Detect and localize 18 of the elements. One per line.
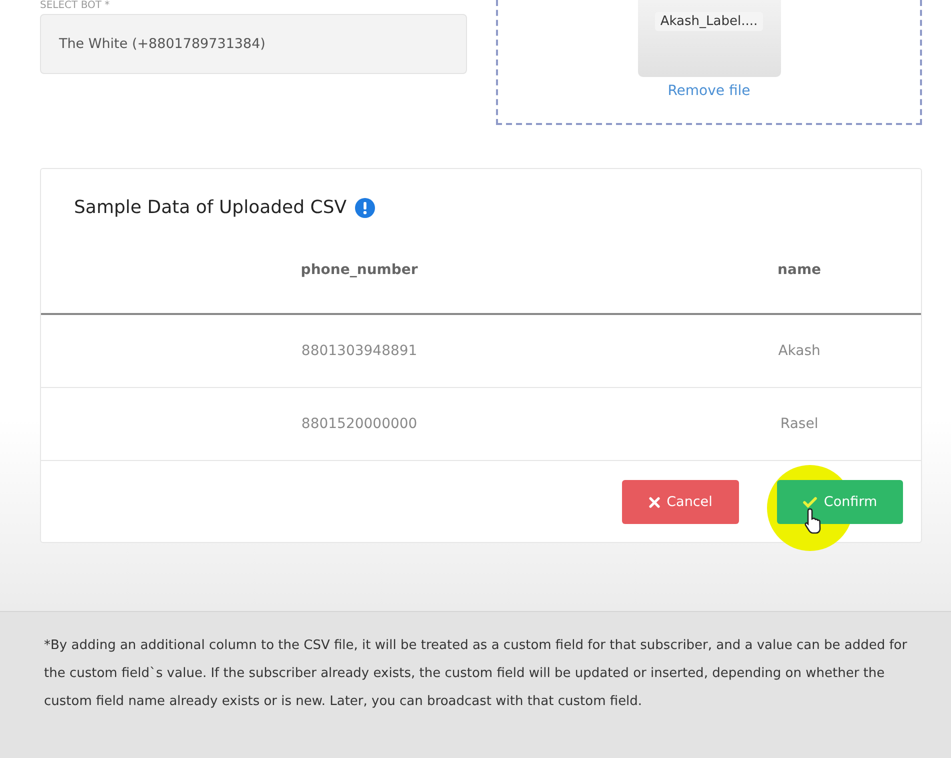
check-icon <box>802 496 817 508</box>
table-cell: 8801520000000 <box>41 388 678 460</box>
table-cell: 8801303948891 <box>41 314 678 388</box>
column-header: name <box>678 254 921 314</box>
bot-select[interactable]: The White (+8801789731384) <box>40 14 467 74</box>
dropzone[interactable]: Akash_Label.... Remove file <box>496 0 922 125</box>
note-text: *By adding an additional column to the CSV file, it will be treated as a custom field for that subscriber, and a value can be added for the custom field`s value. If the subscriber already exists, the custom field will be updated or inserted, depending on whether the custom field name already exists or is new. Later, you can broadcast with that custom field. <box>44 637 908 711</box>
column-header: phone_number <box>41 254 678 314</box>
confirm-button[interactable]: Confirm <box>777 480 903 524</box>
cancel-button[interactable]: Cancel <box>622 480 739 524</box>
table-cell: Rasel <box>678 388 921 460</box>
card-title: Sample Data of Uploaded CSV <box>74 197 347 218</box>
field-label: SELECT BOT * <box>40 0 111 13</box>
close-icon <box>648 496 660 508</box>
file-name: Akash_Label.... <box>655 12 763 31</box>
info-icon[interactable] <box>354 198 375 218</box>
table-cell: Akash <box>678 314 921 388</box>
remove-file-link[interactable]: Remove file <box>668 83 750 99</box>
